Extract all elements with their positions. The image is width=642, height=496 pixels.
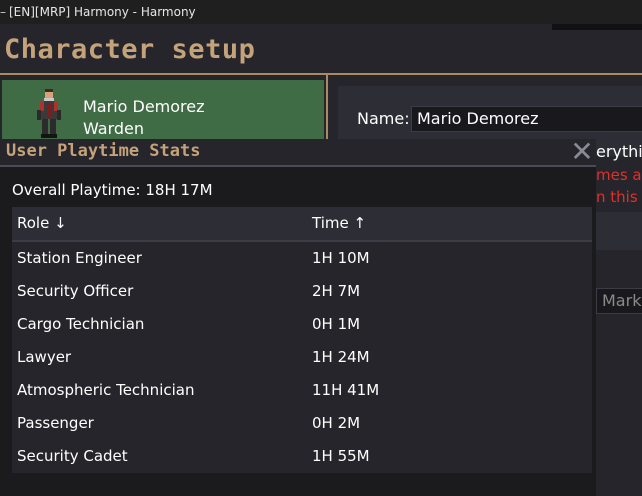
time-cell: 0H 2M bbox=[312, 414, 361, 432]
background-input-field[interactable]: Mark bbox=[596, 288, 642, 314]
dialog-title: User Playtime Stats bbox=[6, 141, 201, 161]
header-divider bbox=[0, 73, 642, 75]
role-cell: Cargo Technician bbox=[17, 315, 145, 333]
role-cell: Passenger bbox=[17, 414, 94, 432]
background-text-fragment: erythi bbox=[596, 142, 642, 161]
overall-playtime: Overall Playtime: 18H 17M bbox=[12, 181, 213, 199]
role-column-header[interactable]: Role ↓ bbox=[17, 207, 67, 240]
name-input[interactable]: Mario Demorez bbox=[411, 106, 642, 132]
playtime-stats-dialog: User Playtime Stats ✕ Overall Playtime: … bbox=[0, 138, 596, 496]
table-row: Lawyer 1H 24M bbox=[12, 341, 592, 374]
dialog-header[interactable]: User Playtime Stats ✕ bbox=[0, 138, 596, 167]
time-cell: 11H 41M bbox=[312, 381, 380, 399]
character-sprite-icon bbox=[37, 89, 61, 138]
time-cell: 1H 24M bbox=[312, 348, 370, 366]
time-cell: 0H 1M bbox=[312, 315, 361, 333]
role-cell: Security Cadet bbox=[17, 447, 128, 465]
role-cell: Station Engineer bbox=[17, 249, 142, 267]
background-panel-block bbox=[596, 212, 642, 250]
playtime-table: Role ↓ Time ↑ Station Engineer 1H 10M Se… bbox=[12, 207, 592, 473]
time-cell: 2H 7M bbox=[312, 282, 361, 300]
table-row: Security Officer 2H 7M bbox=[12, 275, 592, 308]
close-icon: ✕ bbox=[570, 135, 594, 168]
table-row: Cargo Technician 0H 1M bbox=[12, 308, 592, 341]
time-column-header[interactable]: Time ↑ bbox=[312, 207, 366, 240]
character-name: Mario Demorez bbox=[83, 97, 205, 116]
page-title: Character setup bbox=[4, 34, 256, 65]
table-row: Atmospheric Technician 11H 41M bbox=[12, 374, 592, 407]
window-title: [EN][MRP] Harmony - Harmony bbox=[9, 5, 196, 19]
table-row: Station Engineer 1H 10M bbox=[12, 242, 592, 275]
close-button[interactable]: ✕ bbox=[569, 138, 595, 166]
role-cell: Atmospheric Technician bbox=[17, 381, 195, 399]
table-header: Role ↓ Time ↑ bbox=[12, 207, 592, 242]
header-corner bbox=[552, 24, 642, 30]
time-cell: 1H 10M bbox=[312, 249, 370, 267]
app-icon: – bbox=[0, 5, 6, 19]
window-titlebar: – [EN][MRP] Harmony - Harmony bbox=[0, 0, 642, 24]
time-cell: 1H 55M bbox=[312, 447, 370, 465]
character-job: Warden bbox=[83, 119, 145, 138]
name-label: Name: bbox=[357, 109, 410, 128]
background-warning-fragment: mes a bbox=[596, 166, 642, 184]
background-warning-fragment: n this bbox=[596, 188, 638, 206]
table-row: Passenger 0H 2M bbox=[12, 407, 592, 440]
table-row: Security Cadet 1H 55M bbox=[12, 440, 592, 473]
role-cell: Lawyer bbox=[17, 348, 72, 366]
role-cell: Security Officer bbox=[17, 282, 134, 300]
